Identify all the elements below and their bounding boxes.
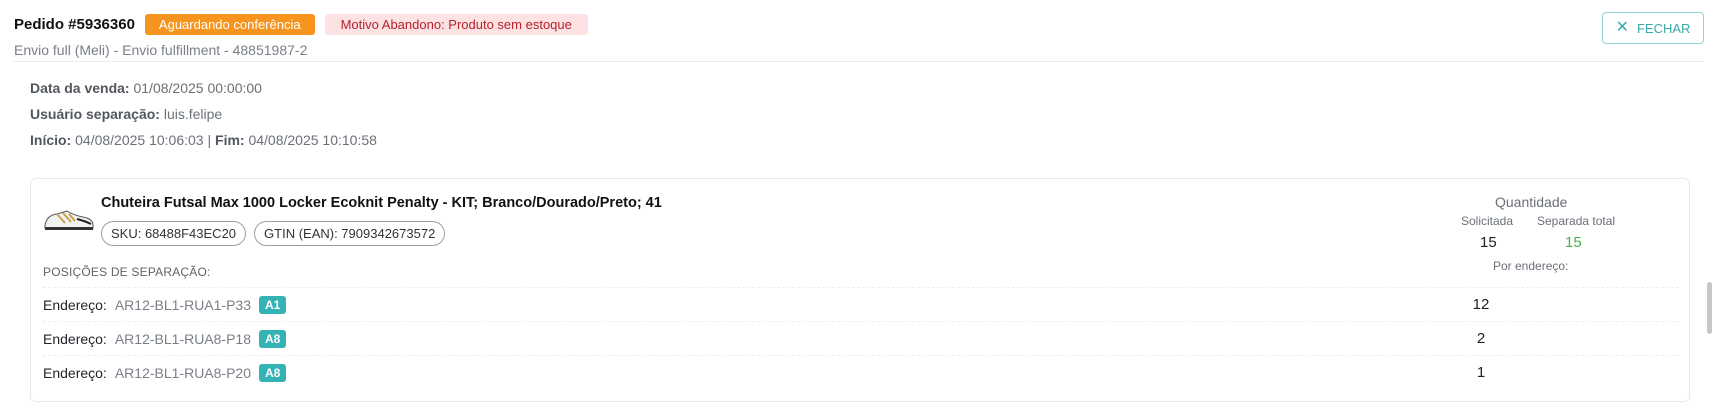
address-value: AR12-BL1-RUA1-P33 [114,296,251,313]
product-name: Chuteira Futsal Max 1000 Locker Ecoknit … [101,195,662,211]
picker-user-value: luis.felipe [163,106,223,122]
start-value: 04/08/2025 10:06:03 [75,132,204,148]
address-label: Endereço: [43,364,107,381]
separated-total-label: Separada total [1537,214,1616,228]
sale-date-value: 01/08/2025 00:00:00 [133,80,262,96]
address-label: Endereço: [43,296,107,313]
time-range-line: Início: 04/08/2025 10:06:03 | Fim: 04/08… [30,131,377,157]
close-icon: ✕ [1615,19,1629,36]
status-badge: Aguardando conferência [144,14,315,35]
close-button[interactable]: ✕ FECHAR [1602,12,1704,44]
separated-total-value: 15 [1565,234,1582,251]
position-row: Endereço: AR12-BL1-RUA8-P20 A8 1 [43,355,1679,389]
position-quantity: 12 [1472,296,1490,313]
address-value: AR12-BL1-RUA8-P18 [114,330,251,347]
picker-user-label: Usuário separação: [30,106,160,122]
zone-tag: A8 [259,363,287,382]
sneaker-icon [44,210,94,230]
address-value: AR12-BL1-RUA8-P20 [114,364,251,381]
sale-date-label: Data da venda: [30,80,130,96]
order-detail-panel: Pedido #5936360 Aguardando conferência M… [0,0,1716,409]
start-label: Início: [30,132,72,148]
product-card: Chuteira Futsal Max 1000 Locker Ecoknit … [30,178,1690,402]
position-quantity: 1 [1476,364,1486,381]
position-row: Endereço: AR12-BL1-RUA1-P33 A1 12 [43,287,1679,321]
sale-date-line: Data da venda: 01/08/2025 00:00:00 [30,79,377,105]
picker-user-line: Usuário separação: luis.felipe [30,105,377,131]
positions-list: Endereço: AR12-BL1-RUA1-P33 A1 12 Endere… [43,287,1679,389]
end-value: 04/08/2025 10:10:58 [248,132,377,148]
order-title: Pedido #5936360 [14,16,135,33]
time-separator: | [207,132,212,148]
zone-tag: A8 [259,329,287,348]
requested-label: Solicitada [1461,214,1514,228]
abandon-reason-badge: Motivo Abandono: Produto sem estoque [324,14,588,35]
product-identifiers: SKU: 68488F43EC20 GTIN (EAN): 7909342673… [101,221,446,246]
by-address-label: Por endereço: [1493,259,1569,273]
title-row: Pedido #5936360 Aguardando conferência M… [14,14,588,35]
order-header: Pedido #5936360 Aguardando conferência M… [14,12,1704,62]
shipping-subtitle: Envio full (Meli) - Envio fulfillment - … [14,42,308,58]
zone-tag: A1 [259,295,287,314]
end-label: Fim: [215,132,245,148]
position-row: Endereço: AR12-BL1-RUA8-P18 A8 2 [43,321,1679,355]
scrollbar[interactable] [1704,62,1716,409]
positions-heading: POSIÇÕES DE SEPARAÇÃO: [43,265,211,279]
requested-value: 15 [1480,234,1497,251]
quantity-title: Quantidade [1495,194,1568,210]
sku-chip: SKU: 68488F43EC20 [101,221,247,246]
address-label: Endereço: [43,330,107,347]
position-quantity: 2 [1476,330,1486,347]
close-button-label: FECHAR [1636,20,1691,36]
gtin-chip: GTIN (EAN): 7909342673572 [254,221,446,246]
order-meta: Data da venda: 01/08/2025 00:00:00 Usuár… [30,79,377,157]
scrollbar-thumb[interactable] [1707,282,1712,334]
